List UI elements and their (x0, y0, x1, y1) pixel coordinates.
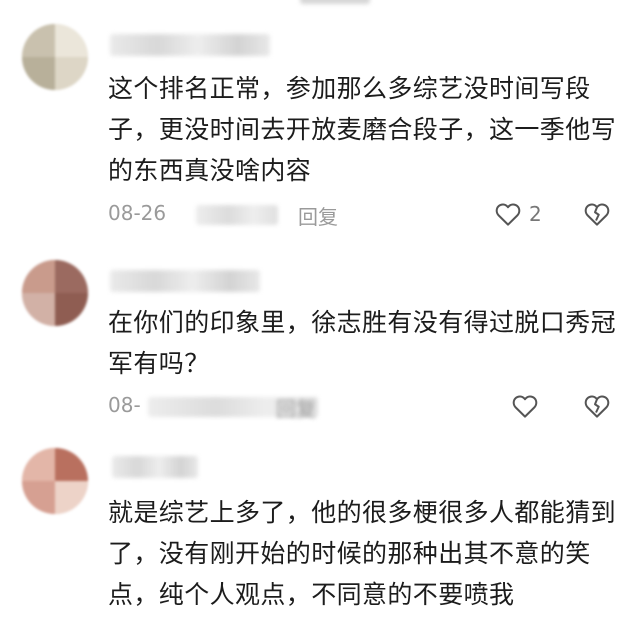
heart-outline-icon (495, 203, 521, 226)
username-blurred (112, 456, 198, 478)
avatar[interactable] (22, 24, 88, 90)
like-button[interactable]: 2 (493, 197, 542, 231)
cropped-header-blur (300, 0, 370, 4)
reply-button[interactable]: 回复 (298, 201, 338, 230)
broken-heart-icon[interactable] (582, 199, 612, 229)
comment-date: 08-26 (108, 201, 167, 225)
comment-meta: 08-26 回复 2 (108, 197, 628, 231)
location-blurred (196, 205, 278, 225)
comment-meta: 08- 回复 (108, 389, 628, 423)
username-blurred (110, 270, 260, 292)
heart-outline-icon (512, 395, 538, 418)
reply-button[interactable]: 回复 (276, 393, 316, 422)
avatar[interactable] (22, 260, 88, 326)
comment-date: 08- (108, 393, 141, 417)
comment-text: 在你们的印象里，徐志胜有没有得过脱口秀冠军有吗？ (108, 308, 617, 378)
broken-heart-icon[interactable] (582, 391, 612, 421)
comment-text: 就是综艺上多了，他的很多梗很多人都能猜到了，没有刚开始的时候的那种出其不意的笑点… (108, 498, 617, 609)
username-blurred (110, 34, 270, 56)
like-count: 2 (529, 202, 542, 226)
comment-text: 这个排名正常，参加那么多综艺没时间写段子，更没时间去开放麦磨合段子，这一季他写的… (108, 74, 617, 185)
avatar[interactable] (22, 448, 88, 514)
like-button[interactable] (510, 389, 546, 423)
